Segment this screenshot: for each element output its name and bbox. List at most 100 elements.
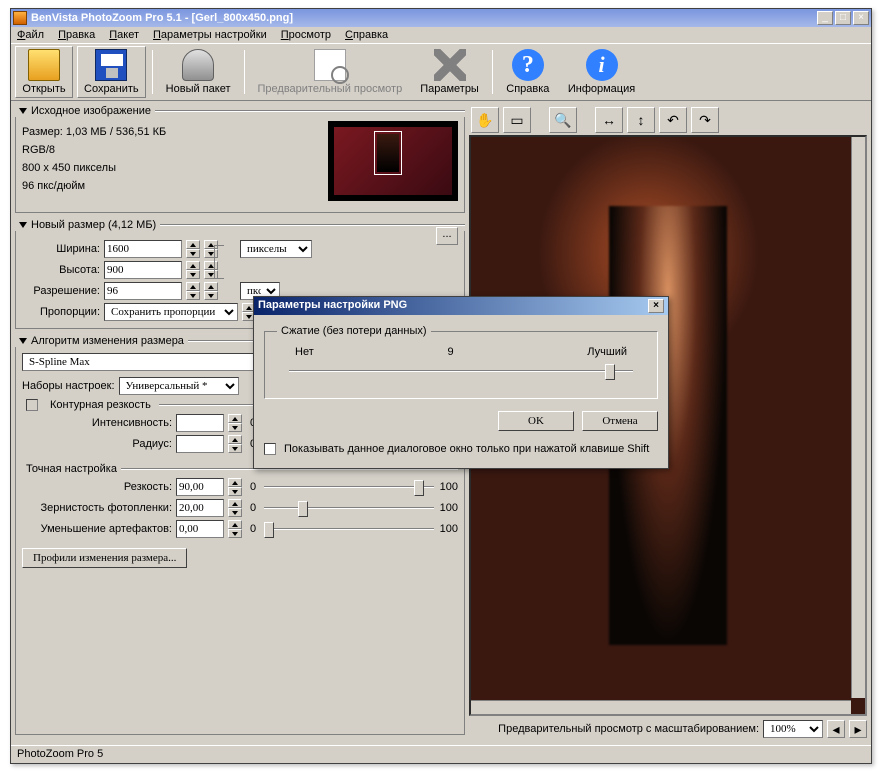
png-settings-dialog: Параметры настройки PNG × Сжатие (без по… <box>253 296 669 469</box>
info-button[interactable]: i Информация <box>561 46 642 98</box>
zoom-tool[interactable]: 🔍 <box>549 107 577 133</box>
artifact-input[interactable] <box>176 520 224 538</box>
flip-h-button[interactable]: ↔ <box>595 107 623 133</box>
menu-help[interactable]: Справка <box>345 29 388 41</box>
info-icon: i <box>586 49 618 81</box>
resolution-input[interactable] <box>104 282 182 300</box>
settings-button[interactable]: Параметры <box>413 46 486 98</box>
compression-legend: Сжатие (без потери данных) <box>277 325 431 337</box>
help-label: Справка <box>506 83 549 95</box>
compression-group: Сжатие (без потери данных) Нет 9 Лучший <box>264 325 658 399</box>
sharpness-max: 100 <box>438 481 458 493</box>
menu-settings[interactable]: Параметры настройки <box>153 29 267 41</box>
zoom-next-button[interactable]: ▸ <box>849 720 867 738</box>
proportions-select[interactable]: Сохранить пропорции <box>104 303 238 321</box>
width-spinner[interactable] <box>186 240 200 258</box>
settings-label: Параметры <box>420 83 479 95</box>
resize-profiles-button[interactable]: Профили изменения размера... <box>22 548 187 568</box>
grain-label: Зернистость фотопленки: <box>22 502 172 514</box>
save-button[interactable]: Сохранить <box>77 46 146 98</box>
width-input[interactable] <box>104 240 182 258</box>
presets-flyout-button[interactable]: ... <box>436 227 458 245</box>
grain-spinner[interactable] <box>228 499 242 517</box>
open-button[interactable]: Открыть <box>15 46 73 98</box>
width-label: Ширина: <box>22 243 100 255</box>
radius-spinner[interactable] <box>228 435 242 453</box>
zoom-label: Предварительный просмотр с масштабирован… <box>469 723 759 735</box>
height-input[interactable] <box>104 261 182 279</box>
title-text: BenVista PhotoZoom Pro 5.1 - [Gerl_800x4… <box>31 12 293 24</box>
dialog-cancel-button[interactable]: Отмена <box>582 411 658 431</box>
toolbar-separator <box>492 50 493 94</box>
zoom-select[interactable]: 100% <box>763 720 823 738</box>
compression-slider[interactable] <box>289 362 633 380</box>
new-batch-button[interactable]: Новый пакет <box>159 46 238 98</box>
contour-checkbox[interactable] <box>26 399 38 411</box>
collapse-icon <box>19 338 27 344</box>
fine-label: Точная настройка <box>22 463 121 475</box>
intensity-spinner[interactable] <box>228 414 242 432</box>
artifact-label: Уменьшение артефактов: <box>22 523 172 535</box>
marquee-tool[interactable]: ▭ <box>503 107 531 133</box>
help-icon: ? <box>512 49 544 81</box>
preset-select[interactable]: Универсальный * <box>119 377 239 395</box>
grain-input[interactable] <box>176 499 224 517</box>
height-spinner[interactable] <box>186 261 200 279</box>
folder-open-icon <box>28 49 60 81</box>
preview-button[interactable]: Предварительный просмотр <box>251 46 410 98</box>
show-on-shift-checkbox[interactable] <box>264 443 276 455</box>
title-bar[interactable]: BenVista PhotoZoom Pro 5.1 - [Gerl_800x4… <box>11 9 871 27</box>
intensity-label: Интенсивность: <box>22 417 172 429</box>
toolbar: Открыть Сохранить Новый пакет Предварите… <box>11 43 871 101</box>
minimize-button[interactable]: _ <box>817 11 833 25</box>
source-group-header[interactable]: Исходное изображение <box>15 105 465 117</box>
compression-none-label: Нет <box>295 346 314 358</box>
collapse-icon <box>19 108 27 114</box>
contour-label: Контурная резкость <box>46 399 155 411</box>
batch-label: Новый пакет <box>166 83 231 95</box>
dialog-title-bar[interactable]: Параметры настройки PNG × <box>254 297 668 315</box>
status-bar: PhotoZoom Pro 5 <box>11 745 871 763</box>
sharpness-input[interactable] <box>176 478 224 496</box>
rotate-cw-button[interactable]: ↷ <box>691 107 719 133</box>
newsize-group-header[interactable]: Новый размер (4,12 МБ) <box>15 219 465 231</box>
pan-tool[interactable]: ✋ <box>471 107 499 133</box>
artifact-spinner[interactable] <box>228 520 242 538</box>
flip-v-button[interactable]: ↕ <box>627 107 655 133</box>
show-on-shift-label: Показывать данное диалоговое окно только… <box>284 443 649 455</box>
menu-view[interactable]: Просмотр <box>281 29 331 41</box>
source-thumbnail[interactable] <box>328 121 458 201</box>
sharpness-min: 0 <box>246 481 260 493</box>
artifact-min: 0 <box>246 523 260 535</box>
menu-bar: Файл Правка Пакет Параметры настройки Пр… <box>11 27 871 43</box>
preview-toolbar: ✋ ▭ 🔍 ↔ ↕ ↶ ↷ <box>469 105 867 135</box>
intensity-input[interactable] <box>176 414 224 432</box>
radius-input[interactable] <box>176 435 224 453</box>
dialog-close-button[interactable]: × <box>648 299 664 313</box>
dialog-ok-button[interactable]: OK <box>498 411 574 431</box>
menu-edit[interactable]: Правка <box>58 29 95 41</box>
close-button[interactable]: × <box>853 11 869 25</box>
resolution-spinner[interactable] <box>186 282 200 300</box>
preview-scroll-h[interactable] <box>471 700 851 716</box>
artifact-slider[interactable] <box>264 520 434 538</box>
preview-scroll-v[interactable] <box>851 137 867 698</box>
zoom-prev-button[interactable]: ◂ <box>827 720 845 738</box>
menu-file[interactable]: Файл <box>17 29 44 41</box>
toolbar-separator <box>152 50 153 94</box>
compression-best-label: Лучший <box>587 346 627 358</box>
sharpness-slider[interactable] <box>264 478 434 496</box>
maximize-button[interactable]: □ <box>835 11 851 25</box>
grain-slider[interactable] <box>264 499 434 517</box>
resolution-spinner-big[interactable] <box>204 282 218 300</box>
menu-batch[interactable]: Пакет <box>109 29 139 41</box>
grain-min: 0 <box>246 502 260 514</box>
dialog-title: Параметры настройки PNG <box>258 299 407 313</box>
rotate-ccw-button[interactable]: ↶ <box>659 107 687 133</box>
height-label: Высота: <box>22 264 100 276</box>
thumbnail-selection[interactable] <box>374 131 402 175</box>
algo-title: Алгоритм изменения размера <box>31 335 184 347</box>
sharpness-spinner[interactable] <box>228 478 242 496</box>
help-button[interactable]: ? Справка <box>499 46 557 98</box>
unit-select[interactable]: пикселы <box>240 240 312 258</box>
